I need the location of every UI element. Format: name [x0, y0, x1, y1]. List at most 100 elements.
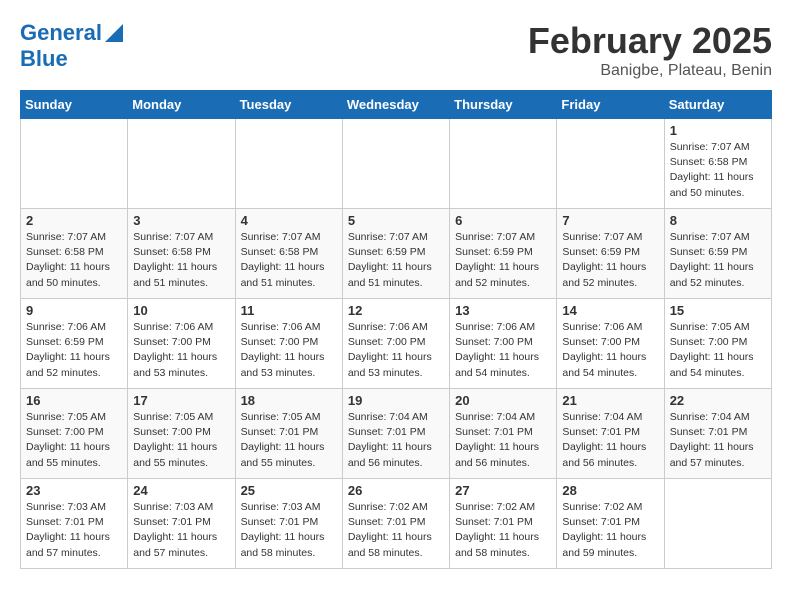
- calendar-cell: 8 Sunrise: 7:07 AM Sunset: 6:59 PM Daylig…: [664, 209, 771, 299]
- day-info: Sunrise: 7:03 AM Sunset: 7:01 PM Dayligh…: [241, 500, 337, 561]
- logo-text-general: General: [20, 21, 102, 45]
- calendar-cell: 19 Sunrise: 7:04 AM Sunset: 7:01 PM Dayli…: [342, 389, 449, 479]
- day-number: 8: [670, 213, 766, 228]
- day-number: 20: [455, 393, 551, 408]
- calendar-cell: 22 Sunrise: 7:04 AM Sunset: 7:01 PM Dayli…: [664, 389, 771, 479]
- day-number: 22: [670, 393, 766, 408]
- calendar-cell: 21 Sunrise: 7:04 AM Sunset: 7:01 PM Dayli…: [557, 389, 664, 479]
- day-number: 16: [26, 393, 122, 408]
- calendar-cell: 11 Sunrise: 7:06 AM Sunset: 7:00 PM Dayli…: [235, 299, 342, 389]
- logo: General Blue: [20, 20, 123, 71]
- day-number: 21: [562, 393, 658, 408]
- calendar-week-row: 16Sunrise: 7:05 AM Sunset: 7:00 PM Dayli…: [21, 389, 772, 479]
- column-header-thursday: Thursday: [450, 91, 557, 119]
- day-info: Sunrise: 7:02 AM Sunset: 7:01 PM Dayligh…: [348, 500, 444, 561]
- calendar-cell: 10 Sunrise: 7:06 AM Sunset: 7:00 PM Dayli…: [128, 299, 235, 389]
- calendar-cell: 20Sunrise: 7:04 AM Sunset: 7:01 PM Dayli…: [450, 389, 557, 479]
- calendar-cell: 18 Sunrise: 7:05 AM Sunset: 7:01 PM Dayli…: [235, 389, 342, 479]
- day-number: 13: [455, 303, 551, 318]
- calendar-cell: 24Sunrise: 7:03 AM Sunset: 7:01 PM Dayli…: [128, 479, 235, 569]
- day-number: 17: [133, 393, 229, 408]
- calendar-cell: 5 Sunrise: 7:07 AM Sunset: 6:59 PM Daylig…: [342, 209, 449, 299]
- calendar-cell: [342, 119, 449, 209]
- day-info: Sunrise: 7:07 AM Sunset: 6:58 PM Dayligh…: [670, 140, 766, 201]
- calendar-cell: 13 Sunrise: 7:06 AM Sunset: 7:00 PM Dayli…: [450, 299, 557, 389]
- day-info: Sunrise: 7:07 AM Sunset: 6:58 PM Dayligh…: [133, 230, 229, 291]
- day-number: 7: [562, 213, 658, 228]
- calendar-cell: [235, 119, 342, 209]
- calendar-cell: [557, 119, 664, 209]
- column-header-friday: Friday: [557, 91, 664, 119]
- calendar-table: SundayMondayTuesdayWednesdayThursdayFrid…: [20, 90, 772, 569]
- calendar-cell: 6Sunrise: 7:07 AM Sunset: 6:59 PM Daylig…: [450, 209, 557, 299]
- calendar-cell: [21, 119, 128, 209]
- logo-text-blue: Blue: [20, 47, 68, 71]
- day-info: Sunrise: 7:02 AM Sunset: 7:01 PM Dayligh…: [562, 500, 658, 561]
- day-number: 18: [241, 393, 337, 408]
- day-info: Sunrise: 7:06 AM Sunset: 7:00 PM Dayligh…: [455, 320, 551, 381]
- calendar-header-row: SundayMondayTuesdayWednesdayThursdayFrid…: [21, 91, 772, 119]
- calendar-cell: [450, 119, 557, 209]
- day-info: Sunrise: 7:06 AM Sunset: 7:00 PM Dayligh…: [562, 320, 658, 381]
- calendar-cell: 17Sunrise: 7:05 AM Sunset: 7:00 PM Dayli…: [128, 389, 235, 479]
- calendar-cell: 4 Sunrise: 7:07 AM Sunset: 6:58 PM Daylig…: [235, 209, 342, 299]
- calendar-cell: 1 Sunrise: 7:07 AM Sunset: 6:58 PM Daylig…: [664, 119, 771, 209]
- calendar-cell: 3Sunrise: 7:07 AM Sunset: 6:58 PM Daylig…: [128, 209, 235, 299]
- calendar-week-row: 23 Sunrise: 7:03 AM Sunset: 7:01 PM Dayli…: [21, 479, 772, 569]
- day-info: Sunrise: 7:02 AM Sunset: 7:01 PM Dayligh…: [455, 500, 551, 561]
- calendar-cell: 7 Sunrise: 7:07 AM Sunset: 6:59 PM Daylig…: [557, 209, 664, 299]
- month-title: February 2025: [528, 20, 772, 62]
- day-number: 10: [133, 303, 229, 318]
- page-header: General Blue February 2025 Banigbe, Plat…: [20, 20, 772, 80]
- day-info: Sunrise: 7:07 AM Sunset: 6:59 PM Dayligh…: [670, 230, 766, 291]
- day-info: Sunrise: 7:05 AM Sunset: 7:01 PM Dayligh…: [241, 410, 337, 471]
- day-number: 11: [241, 303, 337, 318]
- day-number: 27: [455, 483, 551, 498]
- day-info: Sunrise: 7:07 AM Sunset: 6:59 PM Dayligh…: [348, 230, 444, 291]
- calendar-cell: 12Sunrise: 7:06 AM Sunset: 7:00 PM Dayli…: [342, 299, 449, 389]
- calendar-cell: 9Sunrise: 7:06 AM Sunset: 6:59 PM Daylig…: [21, 299, 128, 389]
- column-header-sunday: Sunday: [21, 91, 128, 119]
- day-info: Sunrise: 7:07 AM Sunset: 6:59 PM Dayligh…: [562, 230, 658, 291]
- day-number: 26: [348, 483, 444, 498]
- day-number: 28: [562, 483, 658, 498]
- calendar-cell: [128, 119, 235, 209]
- day-info: Sunrise: 7:04 AM Sunset: 7:01 PM Dayligh…: [670, 410, 766, 471]
- day-info: Sunrise: 7:03 AM Sunset: 7:01 PM Dayligh…: [26, 500, 122, 561]
- day-info: Sunrise: 7:04 AM Sunset: 7:01 PM Dayligh…: [562, 410, 658, 471]
- calendar-cell: [664, 479, 771, 569]
- column-header-wednesday: Wednesday: [342, 91, 449, 119]
- calendar-cell: 16Sunrise: 7:05 AM Sunset: 7:00 PM Dayli…: [21, 389, 128, 479]
- day-info: Sunrise: 7:05 AM Sunset: 7:00 PM Dayligh…: [670, 320, 766, 381]
- day-number: 5: [348, 213, 444, 228]
- day-info: Sunrise: 7:06 AM Sunset: 7:00 PM Dayligh…: [241, 320, 337, 381]
- day-number: 23: [26, 483, 122, 498]
- day-number: 6: [455, 213, 551, 228]
- day-info: Sunrise: 7:07 AM Sunset: 6:58 PM Dayligh…: [241, 230, 337, 291]
- location-title: Banigbe, Plateau, Benin: [528, 62, 772, 80]
- day-number: 1: [670, 123, 766, 138]
- calendar-cell: 27 Sunrise: 7:02 AM Sunset: 7:01 PM Dayli…: [450, 479, 557, 569]
- calendar-cell: 23 Sunrise: 7:03 AM Sunset: 7:01 PM Dayli…: [21, 479, 128, 569]
- title-block: February 2025 Banigbe, Plateau, Benin: [528, 20, 772, 80]
- calendar-week-row: 9Sunrise: 7:06 AM Sunset: 6:59 PM Daylig…: [21, 299, 772, 389]
- day-info: Sunrise: 7:06 AM Sunset: 7:00 PM Dayligh…: [133, 320, 229, 381]
- day-number: 9: [26, 303, 122, 318]
- calendar-cell: 28 Sunrise: 7:02 AM Sunset: 7:01 PM Dayli…: [557, 479, 664, 569]
- day-info: Sunrise: 7:06 AM Sunset: 7:00 PM Dayligh…: [348, 320, 444, 381]
- calendar-cell: 25 Sunrise: 7:03 AM Sunset: 7:01 PM Dayli…: [235, 479, 342, 569]
- day-number: 25: [241, 483, 337, 498]
- day-info: Sunrise: 7:04 AM Sunset: 7:01 PM Dayligh…: [348, 410, 444, 471]
- day-number: 14: [562, 303, 658, 318]
- calendar-cell: 15 Sunrise: 7:05 AM Sunset: 7:00 PM Dayli…: [664, 299, 771, 389]
- day-number: 4: [241, 213, 337, 228]
- day-number: 2: [26, 213, 122, 228]
- day-number: 15: [670, 303, 766, 318]
- calendar-cell: 14 Sunrise: 7:06 AM Sunset: 7:00 PM Dayli…: [557, 299, 664, 389]
- day-info: Sunrise: 7:03 AM Sunset: 7:01 PM Dayligh…: [133, 500, 229, 561]
- day-info: Sunrise: 7:07 AM Sunset: 6:58 PM Dayligh…: [26, 230, 122, 291]
- column-header-monday: Monday: [128, 91, 235, 119]
- logo-triangle-icon: [105, 24, 123, 42]
- calendar-cell: 26 Sunrise: 7:02 AM Sunset: 7:01 PM Dayli…: [342, 479, 449, 569]
- day-number: 19: [348, 393, 444, 408]
